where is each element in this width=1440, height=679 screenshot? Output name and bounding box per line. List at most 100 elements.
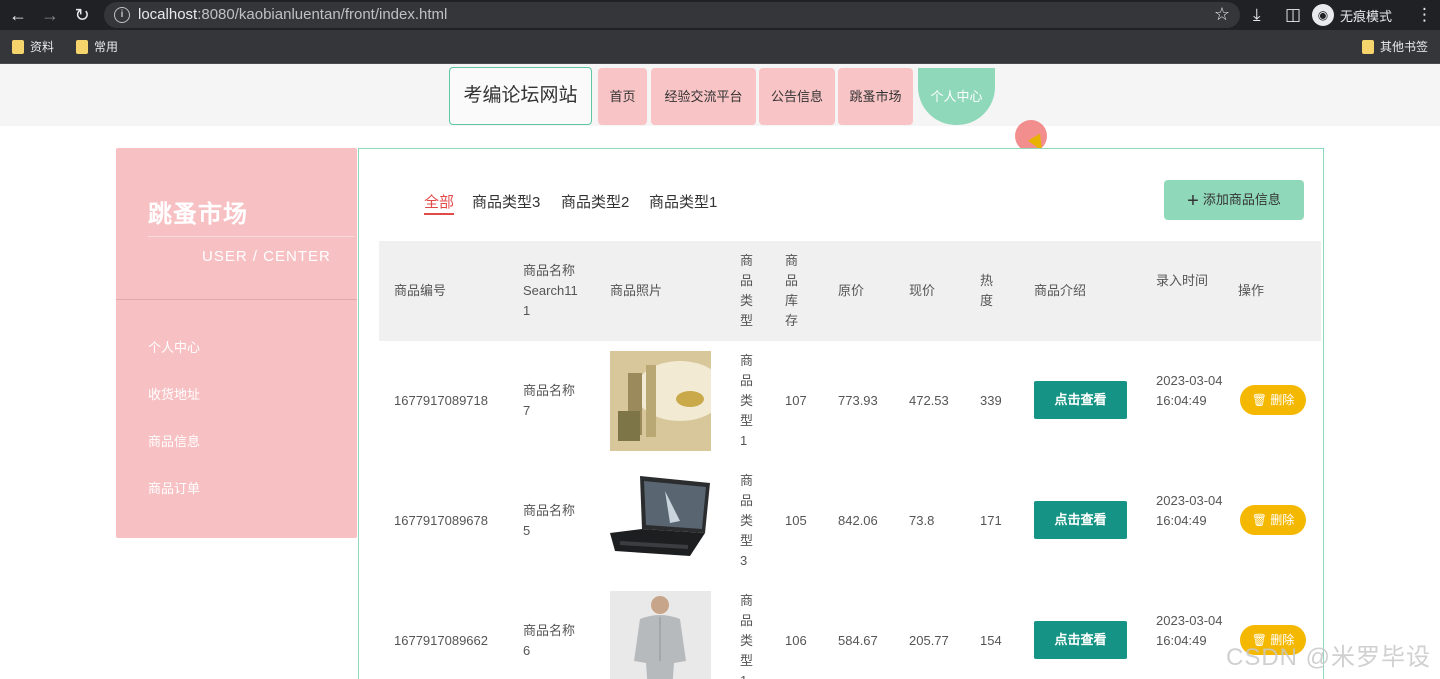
cell-type: 商品类型3	[740, 473, 754, 568]
download-icon[interactable]: ⤓	[1253, 3, 1261, 27]
bookmark-folder[interactable]: 资料	[12, 38, 54, 55]
sidebar-item-address[interactable]: 收货地址	[148, 384, 200, 403]
cell-code: 1677917089678	[394, 513, 488, 528]
sidebar-item-products[interactable]: 商品信息	[148, 431, 200, 450]
cell-orig-price: 584.67	[838, 633, 878, 648]
forward-icon[interactable]: →	[38, 3, 62, 27]
cell-price: 205.77	[909, 633, 949, 648]
bookmark-star-icon[interactable]: ☆	[1214, 4, 1230, 25]
folder-icon	[1362, 39, 1374, 54]
tab-type2[interactable]: 商品类型2	[561, 191, 629, 212]
incognito-indicator[interactable]: ◉ 无痕模式	[1312, 3, 1392, 27]
cell-heat: 154	[980, 633, 1002, 648]
sidebar-subtitle: USER / CENTER	[202, 248, 331, 265]
browser-toolbar: ← → ↻ i localhost:8080/kaobianluentan/fr…	[0, 0, 1440, 30]
site-header: 考编论坛网站 首页 经验交流平台 公告信息 跳蚤市场 个人中心	[0, 64, 1440, 126]
bookmark-label: 常用	[94, 40, 119, 54]
watermark: CSDN @米罗毕设	[1226, 644, 1432, 671]
delete-button[interactable]: 🗑 删除	[1240, 385, 1306, 415]
view-intro-button[interactable]: 点击查看	[1034, 621, 1127, 659]
url-host: localhost	[138, 6, 198, 23]
sidepanel-icon[interactable]: ◫	[1285, 3, 1301, 27]
delete-label: 删除	[1270, 393, 1295, 407]
address-bar[interactable]: i localhost:8080/kaobianluentan/front/in…	[104, 2, 1240, 28]
cell-name: 商品名称5	[523, 503, 576, 538]
sidebar-item-personal-center[interactable]: 个人中心	[148, 337, 200, 356]
bookmark-label: 其他书签	[1380, 40, 1429, 54]
sidebar: 跳蚤市场 USER / CENTER 个人中心 收货地址 商品信息 商品订单	[116, 148, 357, 538]
other-bookmarks[interactable]: 其他书签	[1362, 38, 1428, 55]
nav-home[interactable]: 首页	[598, 68, 647, 125]
col-photo: 商品照片	[610, 283, 663, 298]
cell-stock: 107	[785, 393, 807, 408]
site-info-icon[interactable]: i	[114, 7, 130, 23]
cosmetics-photo	[610, 351, 711, 451]
bookmarks-bar: 资料 常用 其他书签	[0, 30, 1440, 64]
view-intro-button[interactable]: 点击查看	[1034, 381, 1127, 419]
nav-announcements[interactable]: 公告信息	[759, 68, 835, 125]
cell-price: 73.8	[909, 513, 935, 528]
col-code: 商品编号	[394, 283, 447, 298]
tab-all[interactable]: 全部	[424, 191, 455, 215]
bookmark-folder[interactable]: 常用	[76, 38, 118, 55]
table-row: 1677917089662 商品名称6 商品类型1 106 584.67 205…	[379, 581, 1321, 679]
cell-orig-price: 842.06	[838, 513, 878, 528]
laptop-photo	[610, 471, 711, 571]
cell-type: 商品类型1	[740, 593, 754, 679]
incognito-icon: ◉	[1312, 4, 1334, 26]
clothing-photo	[610, 591, 711, 679]
col-time: 录入时间	[1156, 273, 1209, 288]
incognito-label: 无痕模式	[1340, 8, 1393, 24]
table-row: 1677917089678 商品名称5 商品类型3 105 842.06 73.…	[379, 461, 1321, 581]
cell-time: 2023-03-04 16:04:49	[1156, 493, 1223, 528]
cell-time: 2023-03-04 16:04:49	[1156, 613, 1223, 648]
nav-flea-market[interactable]: 跳蚤市场	[838, 68, 913, 125]
cell-name: 商品名称6	[523, 623, 576, 658]
view-intro-button[interactable]: 点击查看	[1034, 501, 1127, 539]
sidebar-item-orders[interactable]: 商品订单	[148, 478, 200, 497]
bookmark-label: 资料	[30, 40, 55, 54]
col-stock: 商品库存	[785, 253, 799, 328]
cell-time: 2023-03-04 16:04:49	[1156, 373, 1223, 408]
add-product-label: 添加商品信息	[1202, 192, 1281, 207]
col-intro: 商品介绍	[1034, 283, 1087, 298]
delete-label: 删除	[1270, 513, 1295, 527]
col-ops: 操作	[1238, 283, 1265, 298]
main-panel: 全部 商品类型3 商品类型2 商品类型1 + 添加商品信息 商品编号 商品名称Se…	[358, 148, 1324, 679]
delete-button[interactable]: 🗑 删除	[1240, 505, 1306, 535]
nav-personal-center[interactable]: 个人中心	[918, 68, 995, 125]
cell-code: 1677917089718	[394, 393, 488, 408]
cell-price: 472.53	[909, 393, 949, 408]
divider	[148, 236, 354, 237]
cell-heat: 171	[980, 513, 1002, 528]
sidebar-title: 跳蚤市场	[148, 201, 248, 228]
tab-type3[interactable]: 商品类型3	[472, 191, 540, 212]
url-path: :8080/kaobianluentan/front/index.html	[197, 6, 448, 23]
tab-type1[interactable]: 商品类型1	[649, 191, 717, 212]
menu-kebab-icon[interactable]: ⋮	[1416, 3, 1433, 27]
site-logo[interactable]: 考编论坛网站	[449, 67, 592, 125]
url-text[interactable]: localhost:8080/kaobianluentan/front/inde…	[138, 6, 447, 23]
col-heat: 热度	[980, 273, 994, 308]
cell-code: 1677917089662	[394, 633, 488, 648]
table-header: 商品编号 商品名称Search111 商品照片 商品类型 商品库存 原价 现价 …	[379, 241, 1321, 341]
cell-stock: 105	[785, 513, 807, 528]
folder-icon	[12, 39, 24, 54]
reload-icon[interactable]: ↻	[70, 3, 94, 27]
back-icon[interactable]: ←	[6, 3, 30, 27]
col-name: 商品名称Search111	[523, 263, 578, 318]
cell-orig-price: 773.93	[838, 393, 878, 408]
nav-experience[interactable]: 经验交流平台	[651, 68, 756, 125]
cell-heat: 339	[980, 393, 1002, 408]
table-row: 1677917089718 商品名称7 商品类型1 107 773.93 472…	[379, 341, 1321, 461]
col-price: 现价	[909, 283, 936, 298]
divider	[116, 299, 357, 300]
col-orig-price: 原价	[838, 283, 865, 298]
cell-name: 商品名称7	[523, 383, 576, 418]
plus-icon: +	[1187, 190, 1199, 212]
cell-stock: 106	[785, 633, 807, 648]
col-type: 商品类型	[740, 253, 754, 328]
folder-icon	[76, 39, 88, 54]
add-product-button[interactable]: + 添加商品信息	[1164, 180, 1304, 220]
cell-type: 商品类型1	[740, 353, 754, 448]
